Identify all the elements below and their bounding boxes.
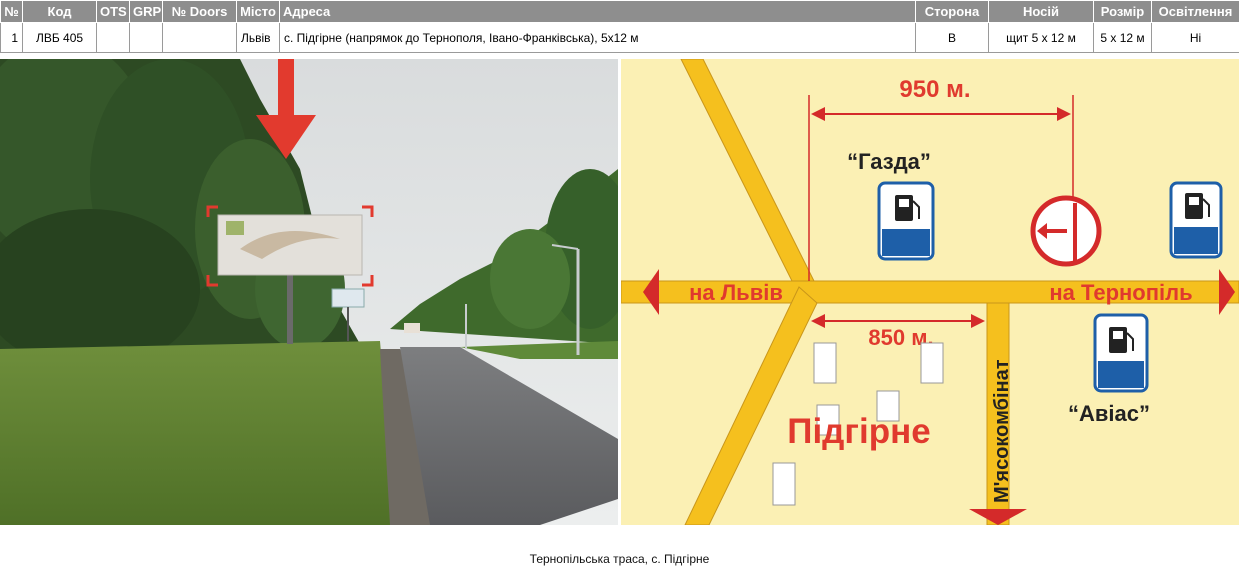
billboard-card: № Код OTS GRP № Doors Місто Адреса Сторо… bbox=[0, 0, 1239, 576]
table-header-row: № Код OTS GRP № Doors Місто Адреса Сторо… bbox=[0, 0, 1239, 23]
header-side: Сторона bbox=[915, 0, 989, 23]
header-lighting: Освітлення bbox=[1151, 0, 1239, 23]
to-ternopil-label: на Тернопіль bbox=[1049, 280, 1192, 305]
cell-address: с. Підгірне (напрямок до Тернополя, Іван… bbox=[279, 22, 916, 53]
street-photo bbox=[0, 59, 618, 525]
fuel-station-sign-icon bbox=[1169, 181, 1223, 259]
location-map: 950 м. 850 м. “Газда” “Авіас” на Львів н… bbox=[621, 59, 1239, 525]
cell-num: 1 bbox=[0, 22, 23, 53]
header-size: Розмір bbox=[1093, 0, 1152, 23]
header-code: Код bbox=[22, 0, 97, 23]
cell-side: B bbox=[915, 22, 989, 53]
header-carrier: Носій bbox=[988, 0, 1094, 23]
billboard-info-table: № Код OTS GRP № Doors Місто Адреса Сторо… bbox=[0, 0, 1239, 53]
fuel-station-sign-icon bbox=[1093, 313, 1149, 393]
cell-lighting: Ні bbox=[1151, 22, 1239, 53]
header-ots: OTS bbox=[96, 0, 130, 23]
avias-label: “Авіас” bbox=[1068, 401, 1150, 426]
header-city: Місто bbox=[236, 0, 280, 23]
table-row: 1 ЛВБ 405 Львів с. Підгірне (напрямок до… bbox=[0, 22, 1239, 53]
cell-carrier: щит 5 x 12 м bbox=[988, 22, 1094, 53]
to-lviv-label: на Львів bbox=[689, 280, 783, 305]
distance-top-label: 950 м. bbox=[899, 76, 970, 103]
cell-city: Львів bbox=[236, 22, 280, 53]
no-left-turn-sign-icon bbox=[1030, 195, 1102, 267]
header-grp: GRP bbox=[129, 0, 163, 23]
street-label: М'ясокомбінат bbox=[991, 359, 1013, 503]
village-label: Підгірне bbox=[787, 412, 930, 451]
photo-caption: Тернопільська траса, с. Підгірне bbox=[529, 552, 710, 566]
cell-grp bbox=[129, 22, 163, 53]
header-address: Адреса bbox=[279, 0, 916, 23]
fuel-station-sign-icon bbox=[877, 181, 935, 261]
cell-size: 5 x 12 м bbox=[1093, 22, 1152, 53]
header-num: № bbox=[0, 0, 23, 23]
gazda-label: “Газда” bbox=[847, 149, 931, 174]
cell-code: ЛВБ 405 bbox=[22, 22, 97, 53]
header-doors: № Doors bbox=[162, 0, 237, 23]
cell-doors bbox=[162, 22, 237, 53]
cell-ots bbox=[96, 22, 130, 53]
